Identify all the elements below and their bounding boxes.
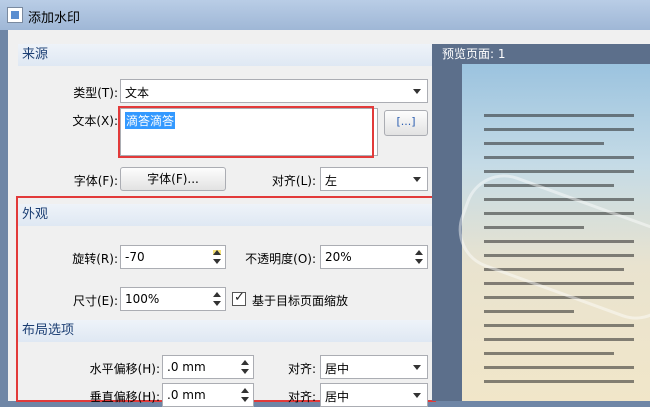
text-label: 文本(X): xyxy=(72,114,118,128)
type-combo[interactable]: 文本 xyxy=(120,79,428,103)
spin-up-icon[interactable] xyxy=(213,292,221,297)
text-line xyxy=(484,156,634,159)
insert-field-label: [...] xyxy=(396,115,416,128)
align-label: 对齐(L): xyxy=(271,174,316,188)
spin-up-icon[interactable] xyxy=(241,388,249,393)
chevron-down-icon xyxy=(413,89,421,94)
rotate-label: 旋转(R): xyxy=(72,252,118,266)
size-value: 100% xyxy=(125,292,160,306)
preview-title: 预览页面: 1 xyxy=(432,44,650,64)
appearance-heading: 外观 xyxy=(18,204,434,226)
spin-down-icon[interactable] xyxy=(241,397,249,402)
align2-combo[interactable]: 居中 xyxy=(320,383,428,407)
font-label: 字体(F): xyxy=(73,174,118,188)
font-button-label: 字体(F)... xyxy=(147,172,199,186)
align2-value: 居中 xyxy=(325,390,350,404)
title-bar[interactable]: 添加水印 xyxy=(0,0,650,30)
scale-checkbox[interactable] xyxy=(232,290,246,306)
app-icon xyxy=(7,7,23,23)
h-offset-value: .0 mm xyxy=(167,360,206,374)
v-offset-spinbox[interactable]: .0 mm xyxy=(162,383,254,407)
size-spinbox[interactable]: 100% xyxy=(120,287,226,311)
rotate-value: -70 xyxy=(125,250,145,264)
rotate-spinbox[interactable]: -70 xyxy=(120,245,226,269)
h-offset-label: 水平偏移(H): xyxy=(89,362,160,376)
v-offset-value: .0 mm xyxy=(167,388,206,402)
spin-up-icon[interactable] xyxy=(415,250,423,255)
preview-page xyxy=(447,64,650,401)
opacity-label: 不透明度(O): xyxy=(245,252,316,266)
chevron-down-icon xyxy=(413,177,421,182)
spin-down-icon[interactable] xyxy=(213,259,221,264)
h-offset-spinbox[interactable]: .0 mm xyxy=(162,355,254,379)
align1-combo[interactable]: 居中 xyxy=(320,355,428,379)
text-line xyxy=(484,170,634,173)
type-label: 类型(T): xyxy=(73,86,118,100)
text-line xyxy=(484,352,614,355)
opacity-value: 20% xyxy=(325,250,352,264)
font-button[interactable]: 字体(F)... xyxy=(120,167,226,191)
spin-down-icon[interactable] xyxy=(213,301,221,306)
text-line xyxy=(484,380,634,383)
spin-up-icon[interactable] xyxy=(241,360,249,365)
align-combo[interactable]: 左 xyxy=(320,167,428,191)
settings-pane: 来源 类型(T): 文本 文本(X): 滴答滴答 [...] 字体(F): 字体… xyxy=(16,44,436,407)
text-line xyxy=(484,128,634,131)
opacity-spinbox[interactable]: 20% xyxy=(320,245,428,269)
text-line xyxy=(484,338,634,341)
preview-panel[interactable] xyxy=(432,64,650,401)
highlight-frame-text xyxy=(118,106,374,158)
chevron-down-icon xyxy=(413,365,421,370)
text-line xyxy=(484,142,604,145)
text-line xyxy=(484,310,574,313)
v-offset-label: 垂直偏移(H): xyxy=(89,390,160,404)
insert-field-button[interactable]: [...] xyxy=(384,110,428,136)
scale-checkbox-label: 基于目标页面缩放 xyxy=(252,294,349,308)
window-title: 添加水印 xyxy=(28,11,81,26)
spin-up-icon[interactable] xyxy=(213,250,221,255)
size-label: 尺寸(E): xyxy=(73,294,118,308)
align1-label: 对齐: xyxy=(287,362,316,376)
text-line xyxy=(484,324,634,327)
layout-heading: 布局选项 xyxy=(18,320,434,342)
text-line xyxy=(484,114,634,117)
align1-value: 居中 xyxy=(325,362,350,376)
watermark-preview xyxy=(447,163,650,331)
source-heading: 来源 xyxy=(18,44,434,66)
spin-down-icon[interactable] xyxy=(241,369,249,374)
align2-label: 对齐: xyxy=(287,390,316,404)
align-value: 左 xyxy=(325,174,338,188)
type-value: 文本 xyxy=(125,86,150,100)
spin-down-icon[interactable] xyxy=(415,259,423,264)
chevron-down-icon xyxy=(413,393,421,398)
text-line xyxy=(484,366,634,369)
